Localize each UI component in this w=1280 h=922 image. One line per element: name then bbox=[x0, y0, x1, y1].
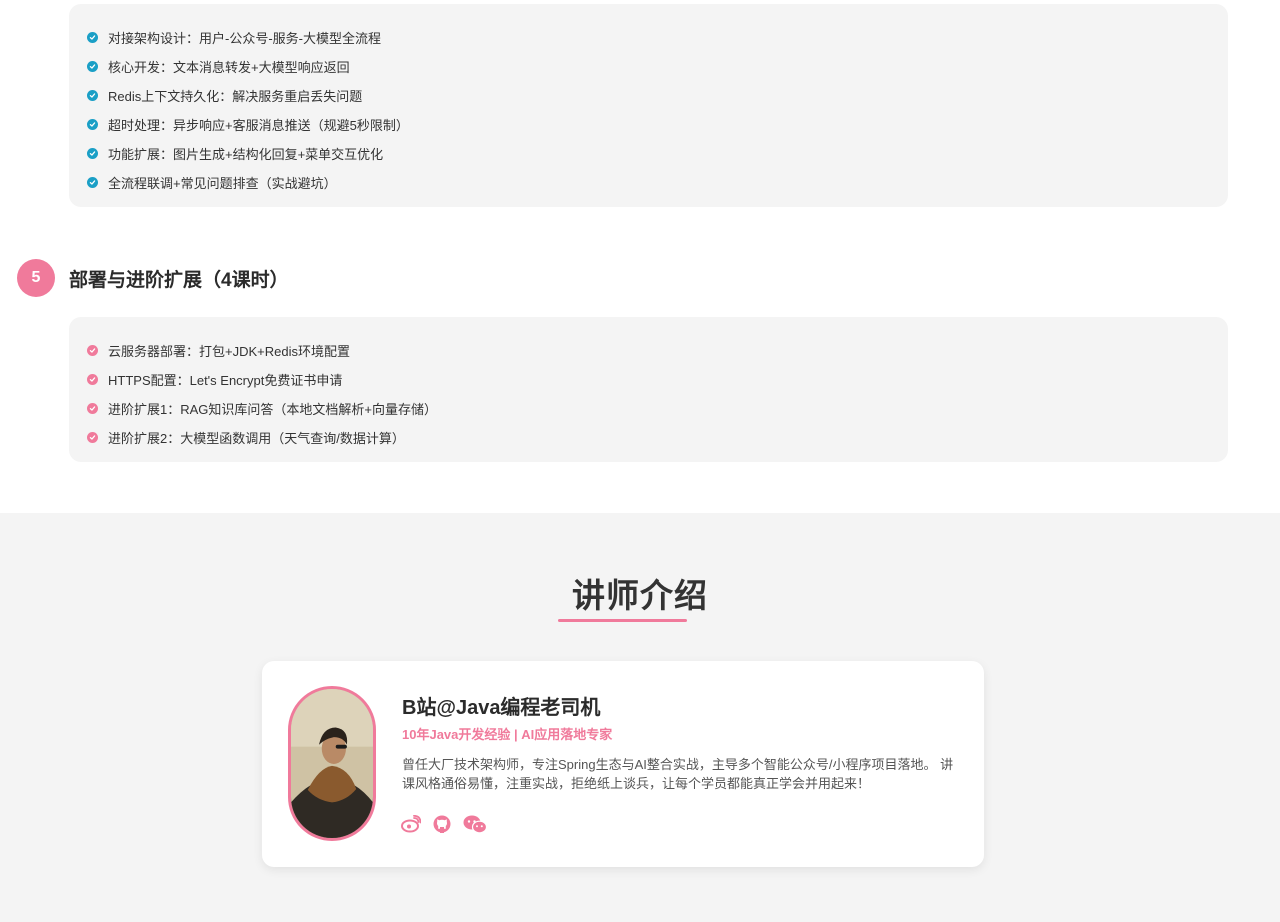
section-title: 讲师介绍 bbox=[572, 577, 708, 614]
instructor-name: B站@Java编程老司机 bbox=[402, 697, 601, 719]
github-icon[interactable] bbox=[433, 815, 451, 833]
list-item-label: Redis上下文持久化：解决服务重启丢失问题 bbox=[108, 89, 363, 104]
list-item: 对接架构设计：用户-公众号-服务-大模型全流程 bbox=[69, 23, 1228, 52]
check-circle-icon bbox=[87, 90, 98, 101]
module-4-panel: 对接架构设计：用户-公众号-服务-大模型全流程 核心开发：文本消息转发+大模型响… bbox=[69, 4, 1228, 207]
instructor-description: 曾任大厂技术架构师，专注Spring生态与AI整合实战，主导多个智能公众号/小程… bbox=[402, 757, 954, 791]
check-circle-icon bbox=[87, 432, 98, 443]
list-item-label: 云服务器部署：打包+JDK+Redis环境配置 bbox=[108, 344, 350, 359]
list-item-label: HTTPS配置：Let's Encrypt免费证书申请 bbox=[108, 373, 343, 388]
list-item: 云服务器部署：打包+JDK+Redis环境配置 bbox=[69, 336, 1228, 365]
list-item-label: 全流程联调+常见问题排查（实战避坑） bbox=[108, 176, 337, 191]
instructor-subtitle: 10年Java开发经验 | AI应用落地专家 bbox=[402, 727, 613, 742]
module-title: 部署与进阶扩展（4课时） bbox=[69, 269, 289, 291]
check-circle-icon bbox=[87, 61, 98, 72]
check-circle-icon bbox=[87, 148, 98, 159]
list-item: 进阶扩展2：大模型函数调用（天气查询/数据计算） bbox=[69, 423, 1228, 452]
module-5-header: 5 部署与进阶扩展（4课时） bbox=[17, 259, 289, 297]
list-item-label: 进阶扩展2：大模型函数调用（天气查询/数据计算） bbox=[108, 431, 405, 446]
list-item-label: 功能扩展：图片生成+结构化回复+菜单交互优化 bbox=[108, 147, 384, 162]
social-links bbox=[401, 815, 499, 833]
list-item-label: 对接架构设计：用户-公众号-服务-大模型全流程 bbox=[108, 31, 381, 46]
module-5-panel: 云服务器部署：打包+JDK+Redis环境配置 HTTPS配置：Let's En… bbox=[69, 317, 1228, 462]
check-circle-icon bbox=[87, 32, 98, 43]
title-underline bbox=[558, 619, 687, 622]
check-circle-icon bbox=[87, 403, 98, 414]
weibo-icon[interactable] bbox=[401, 815, 421, 833]
avatar bbox=[288, 686, 376, 841]
instructor-card: B站@Java编程老司机 10年Java开发经验 | AI应用落地专家 曾任大厂… bbox=[262, 661, 984, 867]
list-item: HTTPS配置：Let's Encrypt免费证书申请 bbox=[69, 365, 1228, 394]
list-item: 进阶扩展1：RAG知识库问答（本地文档解析+向量存储） bbox=[69, 394, 1228, 423]
instructor-section: 讲师介绍 B站@Java编程老司机 10年Java开发经验 | AI应用落地专家… bbox=[0, 513, 1280, 922]
check-circle-icon bbox=[87, 345, 98, 356]
list-item: 全流程联调+常见问题排查（实战避坑） bbox=[69, 168, 1228, 197]
list-item: 超时处理：异步响应+客服消息推送（规避5秒限制） bbox=[69, 110, 1228, 139]
list-item: 核心开发：文本消息转发+大模型响应返回 bbox=[69, 52, 1228, 81]
list-item: Redis上下文持久化：解决服务重启丢失问题 bbox=[69, 81, 1228, 110]
list-item-label: 超时处理：异步响应+客服消息推送（规避5秒限制） bbox=[108, 118, 409, 133]
module-number-badge: 5 bbox=[17, 259, 55, 297]
check-circle-icon bbox=[87, 177, 98, 188]
wechat-icon[interactable] bbox=[463, 815, 487, 833]
course-outline-area: 对接架构设计：用户-公众号-服务-大模型全流程 核心开发：文本消息转发+大模型响… bbox=[0, 0, 1280, 513]
check-circle-icon bbox=[87, 119, 98, 130]
check-circle-icon bbox=[87, 374, 98, 385]
list-item-label: 进阶扩展1：RAG知识库问答（本地文档解析+向量存储） bbox=[108, 402, 437, 417]
list-item: 功能扩展：图片生成+结构化回复+菜单交互优化 bbox=[69, 139, 1228, 168]
list-item-label: 核心开发：文本消息转发+大模型响应返回 bbox=[108, 60, 350, 75]
